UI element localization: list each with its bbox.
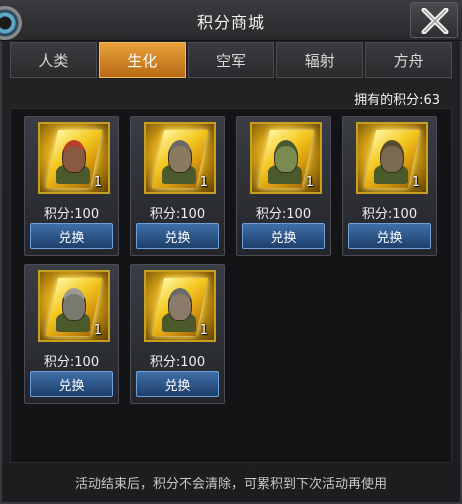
category-tabs: 人类 生化 空军 辐射 方舟 bbox=[10, 42, 452, 78]
item-quantity: 1 bbox=[199, 175, 208, 190]
item-card: 1 积分:100 兑换 bbox=[130, 116, 225, 256]
tab-radiation[interactable]: 辐射 bbox=[276, 42, 364, 78]
item-icon[interactable]: 1 bbox=[144, 270, 216, 342]
tab-human[interactable]: 人类 bbox=[10, 42, 97, 78]
item-price: 积分:100 bbox=[43, 207, 100, 222]
item-price: 积分:100 bbox=[43, 355, 100, 370]
tab-ark[interactable]: 方舟 bbox=[365, 42, 452, 78]
item-quantity: 1 bbox=[93, 175, 102, 190]
points-balance: 拥有的积分:63 bbox=[354, 93, 440, 108]
close-icon bbox=[421, 8, 449, 34]
exchange-button[interactable]: 兑换 bbox=[136, 371, 219, 397]
item-quantity: 1 bbox=[93, 323, 102, 338]
item-card: 1 积分:100 兑换 bbox=[236, 116, 331, 256]
item-card: 1 积分:100 兑换 bbox=[24, 116, 119, 256]
character-portrait-icon bbox=[168, 288, 192, 321]
character-portrait-icon bbox=[380, 140, 404, 173]
item-icon[interactable]: 1 bbox=[144, 122, 216, 194]
exchange-button[interactable]: 兑换 bbox=[348, 223, 431, 249]
tab-airforce[interactable]: 空军 bbox=[187, 42, 275, 78]
window-title: 积分商城 bbox=[196, 13, 265, 32]
item-price: 积分:100 bbox=[361, 207, 418, 222]
item-card: 1 积分:100 兑换 bbox=[130, 264, 225, 404]
close-button[interactable] bbox=[410, 2, 458, 38]
tab-biochem[interactable]: 生化 bbox=[98, 42, 186, 78]
item-icon[interactable]: 1 bbox=[38, 122, 110, 194]
item-icon[interactable]: 1 bbox=[356, 122, 428, 194]
character-portrait-icon bbox=[62, 140, 86, 173]
exchange-button[interactable]: 兑换 bbox=[30, 223, 113, 249]
item-card: 1 积分:100 兑换 bbox=[342, 116, 437, 256]
item-price: 积分:100 bbox=[149, 355, 206, 370]
exchange-button[interactable]: 兑换 bbox=[242, 223, 325, 249]
item-price: 积分:100 bbox=[255, 207, 312, 222]
footer-note: 活动结束后，积分不会清除，可累积到下次活动再使用 bbox=[74, 477, 387, 492]
character-portrait-icon bbox=[62, 288, 86, 321]
character-portrait-icon bbox=[168, 140, 192, 173]
item-quantity: 1 bbox=[411, 175, 420, 190]
exchange-button[interactable]: 兑换 bbox=[30, 371, 113, 397]
title-bar: 积分商城 bbox=[0, 0, 462, 41]
item-quantity: 1 bbox=[305, 175, 314, 190]
item-icon[interactable]: 1 bbox=[250, 122, 322, 194]
item-price: 积分:100 bbox=[149, 207, 206, 222]
item-card: 1 积分:100 兑换 bbox=[24, 264, 119, 404]
item-quantity: 1 bbox=[199, 323, 208, 338]
item-icon[interactable]: 1 bbox=[38, 270, 110, 342]
exchange-button[interactable]: 兑换 bbox=[136, 223, 219, 249]
character-portrait-icon bbox=[274, 140, 298, 173]
